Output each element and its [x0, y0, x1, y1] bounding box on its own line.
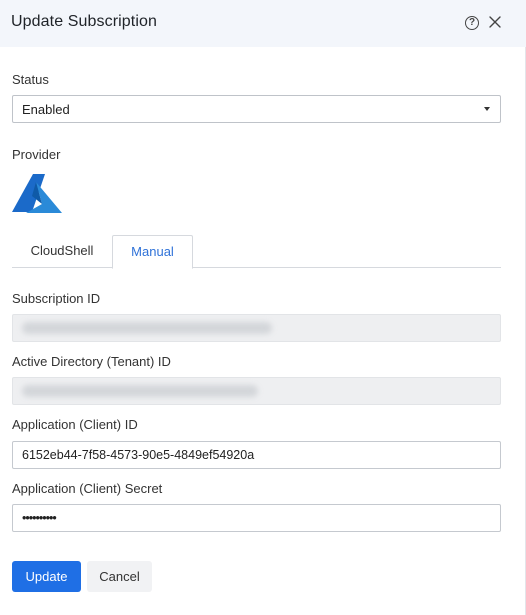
client-secret-label: Application (Client) Secret [12, 481, 163, 496]
tenant-id-field [12, 377, 501, 405]
cancel-button[interactable]: Cancel [87, 561, 152, 592]
dialog-header: Update Subscription ? [0, 0, 526, 47]
status-select-value: Enabled [22, 102, 70, 117]
provider-label: Provider [12, 147, 61, 162]
subscription-id-field [12, 314, 501, 342]
azure-logo-icon [12, 174, 62, 213]
update-button[interactable]: Update [12, 561, 81, 592]
redacted-value [22, 385, 258, 397]
chevron-down-icon [484, 107, 490, 111]
client-secret-input[interactable] [12, 504, 501, 532]
redacted-value [22, 322, 272, 334]
tab-cloudshell[interactable]: CloudShell [12, 235, 112, 268]
status-label: Status [12, 72, 49, 87]
help-icon[interactable]: ? [465, 16, 479, 30]
tab-manual[interactable]: Manual [112, 235, 193, 269]
provider-tabs: CloudShell Manual [12, 235, 501, 269]
dialog-title: Update Subscription [11, 13, 157, 30]
close-icon[interactable] [487, 14, 503, 30]
client-id-input[interactable] [12, 441, 501, 469]
tenant-id-label: Active Directory (Tenant) ID [12, 354, 171, 369]
subscription-id-label: Subscription ID [12, 291, 101, 306]
status-select[interactable]: Enabled [12, 95, 501, 123]
client-id-label: Application (Client) ID [12, 417, 138, 432]
update-subscription-dialog: Update Subscription ? Status Enabled Pro… [0, 0, 526, 615]
